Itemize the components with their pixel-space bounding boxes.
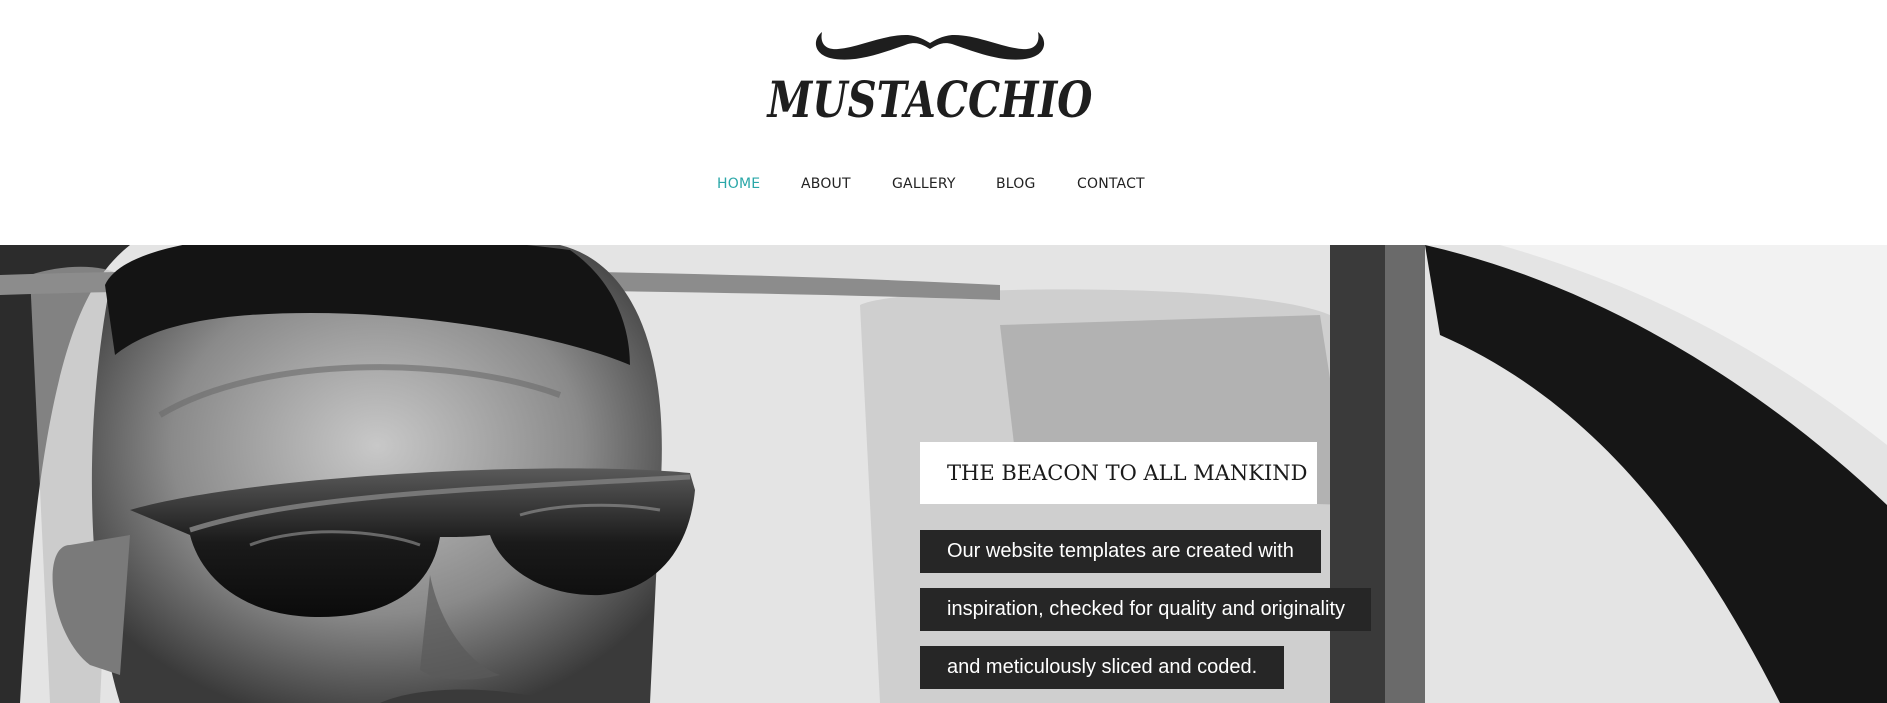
nav-gallery[interactable]: GALLERY — [892, 174, 956, 194]
hero-text-line-2: inspiration, checked for quality and ori… — [920, 588, 1371, 631]
hero-text-line-1: Our website templates are created with — [920, 530, 1321, 573]
nav-about[interactable]: ABOUT — [801, 174, 851, 194]
nav-blog[interactable]: BLOG — [996, 174, 1036, 194]
nav-contact[interactable]: CONTACT — [1077, 174, 1145, 194]
nav-home[interactable]: HOME — [717, 174, 760, 194]
hero-text-line-3: and meticulously sliced and coded. — [920, 646, 1284, 689]
main-nav: HOME ABOUT GALLERY BLOG CONTACT — [0, 174, 1887, 194]
brand-wordmark: MUSTACCHIO — [766, 70, 1093, 127]
hero-banner: THE BEACON TO ALL MANKIND Our website te… — [0, 245, 1887, 703]
site-header: MUSTACCHIO HOME ABOUT GALLERY BLOG CONTA… — [0, 0, 1887, 245]
site-logo[interactable]: MUSTACCHIO — [760, 22, 1100, 127]
hero-title: THE BEACON TO ALL MANKIND — [920, 442, 1317, 504]
mustache-icon: MUSTACCHIO — [766, 32, 1093, 127]
